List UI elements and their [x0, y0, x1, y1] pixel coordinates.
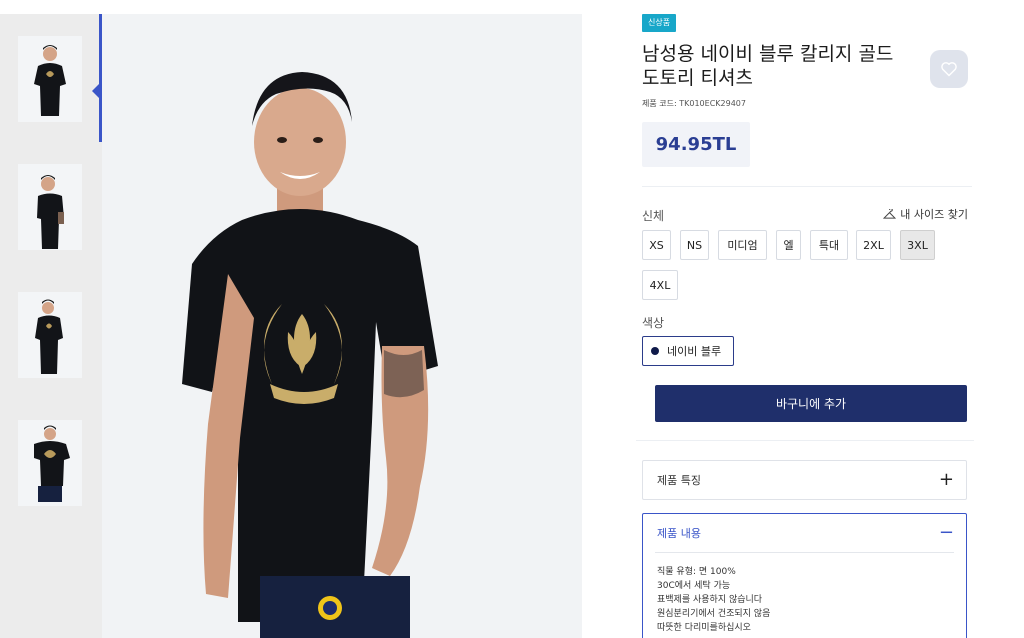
plus-icon[interactable]: +	[939, 471, 954, 489]
new-product-badge: 신상품	[642, 14, 677, 32]
size-guide-label: 내 사이즈 찾기	[900, 208, 968, 221]
thumbnail-angle[interactable]	[18, 292, 82, 378]
thumbnail-side[interactable]	[18, 164, 82, 250]
content-line: 원심분리기에서 건조되지 않음	[657, 609, 771, 619]
product-code-value: TK010ECK29407	[679, 99, 746, 108]
size-option-2xl[interactable]: 2XL	[856, 230, 891, 260]
color-label: 색상	[642, 316, 665, 330]
add-to-cart-button[interactable]: 바구니에 추가	[655, 385, 967, 422]
color-option-label: 네이비 블루	[667, 345, 722, 358]
accordion-product-content[interactable]: 제품 내용 − 직물 유형: 면 100% 30C에서 세탁 가능 표백제를 사…	[642, 513, 967, 638]
favorite-button[interactable]	[930, 50, 968, 88]
size-label: 신체	[642, 209, 665, 223]
product-info-panel: 신상품 남성용 네이비 블루 칼리지 골드 도토리 티셔츠 제품 코드: TK0…	[636, 0, 982, 638]
divider	[636, 440, 974, 441]
accordion-product-features[interactable]: 제품 특징 +	[642, 460, 967, 500]
color-swatch	[651, 347, 659, 355]
product-code-label: 제품 코드:	[642, 99, 677, 108]
accordion-title: 제품 내용	[657, 527, 701, 540]
content-line: 표백제를 사용하지 않습니다	[657, 595, 763, 605]
thumbnail-front[interactable]	[18, 36, 82, 122]
thumbnail-back[interactable]	[18, 420, 82, 506]
thumbnail-rail	[0, 14, 102, 638]
content-line: 30C에서 세탁 가능	[657, 581, 731, 591]
size-option-large[interactable]: 엘	[776, 230, 801, 260]
product-title: 남성용 네이비 블루 칼리지 골드 도토리 티셔츠	[642, 43, 894, 89]
product-content-text: 직물 유형: 면 100% 30C에서 세탁 가능 표백제를 사용하지 않습니다…	[643, 553, 966, 635]
heart-icon	[941, 62, 957, 77]
divider	[642, 186, 972, 187]
accordion-header[interactable]: 제품 특징 +	[643, 461, 966, 499]
size-option-xs[interactable]: XS	[642, 230, 671, 260]
minus-icon[interactable]: −	[939, 524, 954, 542]
accordion-header[interactable]: 제품 내용 −	[643, 514, 966, 552]
content-line: 직물 유형: 면 100%	[657, 567, 736, 577]
size-option-medium[interactable]: 미디엄	[718, 230, 767, 260]
product-code: 제품 코드: TK010ECK29407	[642, 98, 746, 109]
content-line: 따뜻한 다리미를하십시오	[657, 623, 751, 633]
active-thumbnail-arrow-icon	[92, 84, 99, 98]
accordion-title: 제품 특징	[657, 474, 701, 487]
size-option-ns[interactable]: NS	[680, 230, 709, 260]
size-option-xl[interactable]: 특대	[810, 230, 848, 260]
main-product-image[interactable]	[102, 14, 582, 638]
hanger-icon	[883, 208, 897, 219]
size-option-3xl[interactable]: 3XL	[900, 230, 935, 260]
price: 94.95TL	[642, 122, 750, 167]
color-option-navy-blue[interactable]: 네이비 블루	[642, 336, 734, 366]
size-option-4xl[interactable]: 4XL	[642, 270, 678, 300]
size-guide-link[interactable]: 내 사이즈 찾기	[883, 206, 968, 222]
